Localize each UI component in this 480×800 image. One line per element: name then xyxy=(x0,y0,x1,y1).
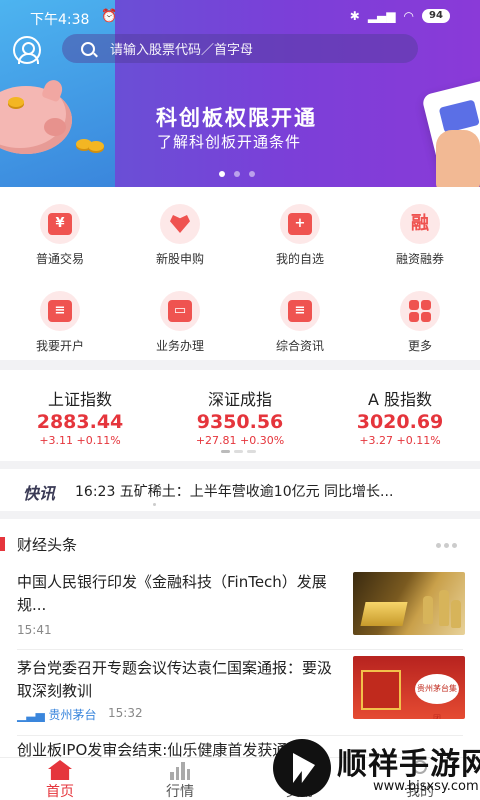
index-name: A 股指数 xyxy=(367,390,433,409)
hand-illustration xyxy=(436,130,480,187)
yuan-icon: ¥ xyxy=(40,204,80,244)
grid-item-label: 我要开户 xyxy=(35,339,84,353)
finance-headlines: 财经头条 中国人民银行印发《金融科技（FinTech）发展规... 15:41 … xyxy=(0,519,480,757)
market-indices: 上证指数 2883.44 +3.11 +0.11% 深证成指 9350.56 +… xyxy=(0,370,480,461)
section-marker xyxy=(0,537,5,551)
grid-item-business[interactable]: ▭ 业务办理 xyxy=(120,291,240,354)
bluetooth-icon: ✱ xyxy=(349,9,360,23)
news-thumbnail: 贵州茅台集团 xyxy=(353,656,465,719)
news-item[interactable]: 中国人民银行印发《金融科技（FinTech）发展规... 15:41 xyxy=(0,569,480,649)
grid-item-normal-trade[interactable]: ¥ 普通交易 xyxy=(0,204,120,267)
stock-tag[interactable]: ▁▃▅ 贵州茅台 xyxy=(17,706,97,723)
wifi-icon: ◠ xyxy=(403,9,414,23)
index-change: +3.11 +0.11% xyxy=(39,434,121,447)
tab-home[interactable]: 首页 xyxy=(0,758,120,800)
bar-chart-icon xyxy=(170,762,190,780)
index-card-sh[interactable]: 上证指数 2883.44 +3.11 +0.11% xyxy=(0,386,160,447)
status-icons: ✱ ▂▄▆ ◠ 94 xyxy=(350,9,450,23)
flash-pager-dot xyxy=(153,503,156,506)
news-time: 15:41 xyxy=(17,623,52,637)
margin-icon: 融 xyxy=(400,204,440,244)
briefcase-icon: ▭ xyxy=(160,291,200,331)
id-card-icon: ≡ xyxy=(40,291,80,331)
signal-icon: ▂▄▆ xyxy=(367,9,396,23)
banner-pager xyxy=(219,171,255,177)
grid-item-watchlist[interactable]: + 我的自选 xyxy=(240,204,360,267)
grid-item-ipo-subscribe[interactable]: 新股申购 xyxy=(120,204,240,267)
grid-item-news[interactable]: ≡ 综合资讯 xyxy=(240,291,360,354)
coin-icon xyxy=(8,97,24,107)
flash-news-text: 16:23 五矿稀土：上半年营收逾10亿元 同比增长... xyxy=(75,484,394,500)
index-value: 9350.56 xyxy=(196,411,284,433)
banner-dot[interactable] xyxy=(219,171,225,177)
index-value: 3020.69 xyxy=(356,411,444,433)
user-avatar-icon[interactable] xyxy=(13,36,41,64)
index-change: +27.81 +0.30% xyxy=(195,434,285,447)
index-card-sz[interactable]: 深证成指 9350.56 +27.81 +0.30% xyxy=(160,386,320,447)
news-thumbnail xyxy=(353,572,465,635)
grid-item-label: 综合资讯 xyxy=(275,339,324,353)
banner-subtitle: 了解科创板开通条件 xyxy=(157,133,302,151)
watermark-url: www.bjsxsy.com xyxy=(373,779,479,794)
heart-icon xyxy=(160,204,200,244)
grid-item-more[interactable]: 更多 xyxy=(360,291,480,354)
status-bar: 下午4:38 ⏰ ✱ ▂▄▆ ◠ 94 xyxy=(0,0,480,34)
more-dots-icon[interactable] xyxy=(436,543,457,548)
home-icon xyxy=(48,760,72,780)
flash-news-tag: 快讯 xyxy=(23,484,56,503)
watermark: 顺祥手游网 www.bjsxsy.com xyxy=(269,737,480,800)
watermark-logo-icon xyxy=(273,739,331,797)
grid-item-label: 业务办理 xyxy=(155,339,204,353)
banner-title: 科创板权限开通 xyxy=(156,106,317,130)
search-bar[interactable]: 请输入股票代码／首字母 xyxy=(62,34,418,63)
search-placeholder: 请输入股票代码／首字母 xyxy=(110,43,254,58)
grid-item-open-account[interactable]: ≡ 我要开户 xyxy=(0,291,120,354)
tab-label: 行情 xyxy=(166,784,194,800)
flash-news-bar[interactable]: 快讯 16:23 五矿稀土：上半年营收逾10亿元 同比增长... xyxy=(0,469,480,511)
news-time: 15:32 xyxy=(108,706,143,720)
battery-icon: 94 xyxy=(422,9,450,23)
app-page: 科创板权限开通 了解科创板开通条件 下午4:38 ⏰ ✱ ▂▄▆ ◠ 94 请输… xyxy=(0,0,480,800)
banner-dot[interactable] xyxy=(234,171,240,177)
news-header: 财经头条 xyxy=(0,519,480,565)
watermark-name: 顺祥手游网 xyxy=(337,747,480,782)
news-title: 中国人民银行印发《金融科技（FinTech）发展规... xyxy=(17,573,327,614)
index-card-a[interactable]: A 股指数 3020.69 +3.27 +0.11% xyxy=(320,386,480,447)
index-name: 上证指数 xyxy=(47,390,112,409)
status-time: 下午4:38 xyxy=(30,12,90,28)
news-item[interactable]: 茅台党委召开专题会议传达袁仁国案通报：要汲取深刻教训 ▁▃▅ 贵州茅台 15:3… xyxy=(0,655,480,735)
more-tiles-icon xyxy=(400,291,440,331)
chart-icon: ▁▃▅ xyxy=(17,708,49,722)
alarm-icon: ⏰ xyxy=(101,9,118,24)
index-name: 深证成指 xyxy=(207,390,272,409)
index-value: 2883.44 xyxy=(36,411,124,433)
feature-grid: ¥ 普通交易 新股申购 + 我的自选 融 融资融券 ≡ 我要开户 ▭ 业务办理 … xyxy=(0,187,480,360)
grid-item-label: 更多 xyxy=(407,339,432,353)
news-title: 茅台党委召开专题会议传达袁仁国案通报：要汲取深刻教训 xyxy=(17,659,333,700)
add-icon: + xyxy=(280,204,320,244)
grid-item-label: 融资融券 xyxy=(395,252,444,266)
indices-pager xyxy=(221,450,256,453)
piggy-snout-shape xyxy=(44,118,66,136)
grid-item-margin[interactable]: 融 融资融券 xyxy=(360,204,480,267)
tab-label: 首页 xyxy=(46,784,74,800)
grid-item-label: 新股申购 xyxy=(155,252,204,266)
news-icon: ≡ xyxy=(280,291,320,331)
search-icon xyxy=(81,41,95,56)
banner-dot[interactable] xyxy=(249,171,255,177)
coin-icon xyxy=(88,141,104,151)
grid-item-label: 我的自选 xyxy=(275,252,324,266)
grid-item-label: 普通交易 xyxy=(35,252,84,266)
divider xyxy=(17,649,463,650)
section-title: 财经头条 xyxy=(17,536,78,554)
index-change: +3.27 +0.11% xyxy=(359,434,441,447)
tab-market[interactable]: 行情 xyxy=(120,758,240,800)
divider xyxy=(17,735,463,736)
